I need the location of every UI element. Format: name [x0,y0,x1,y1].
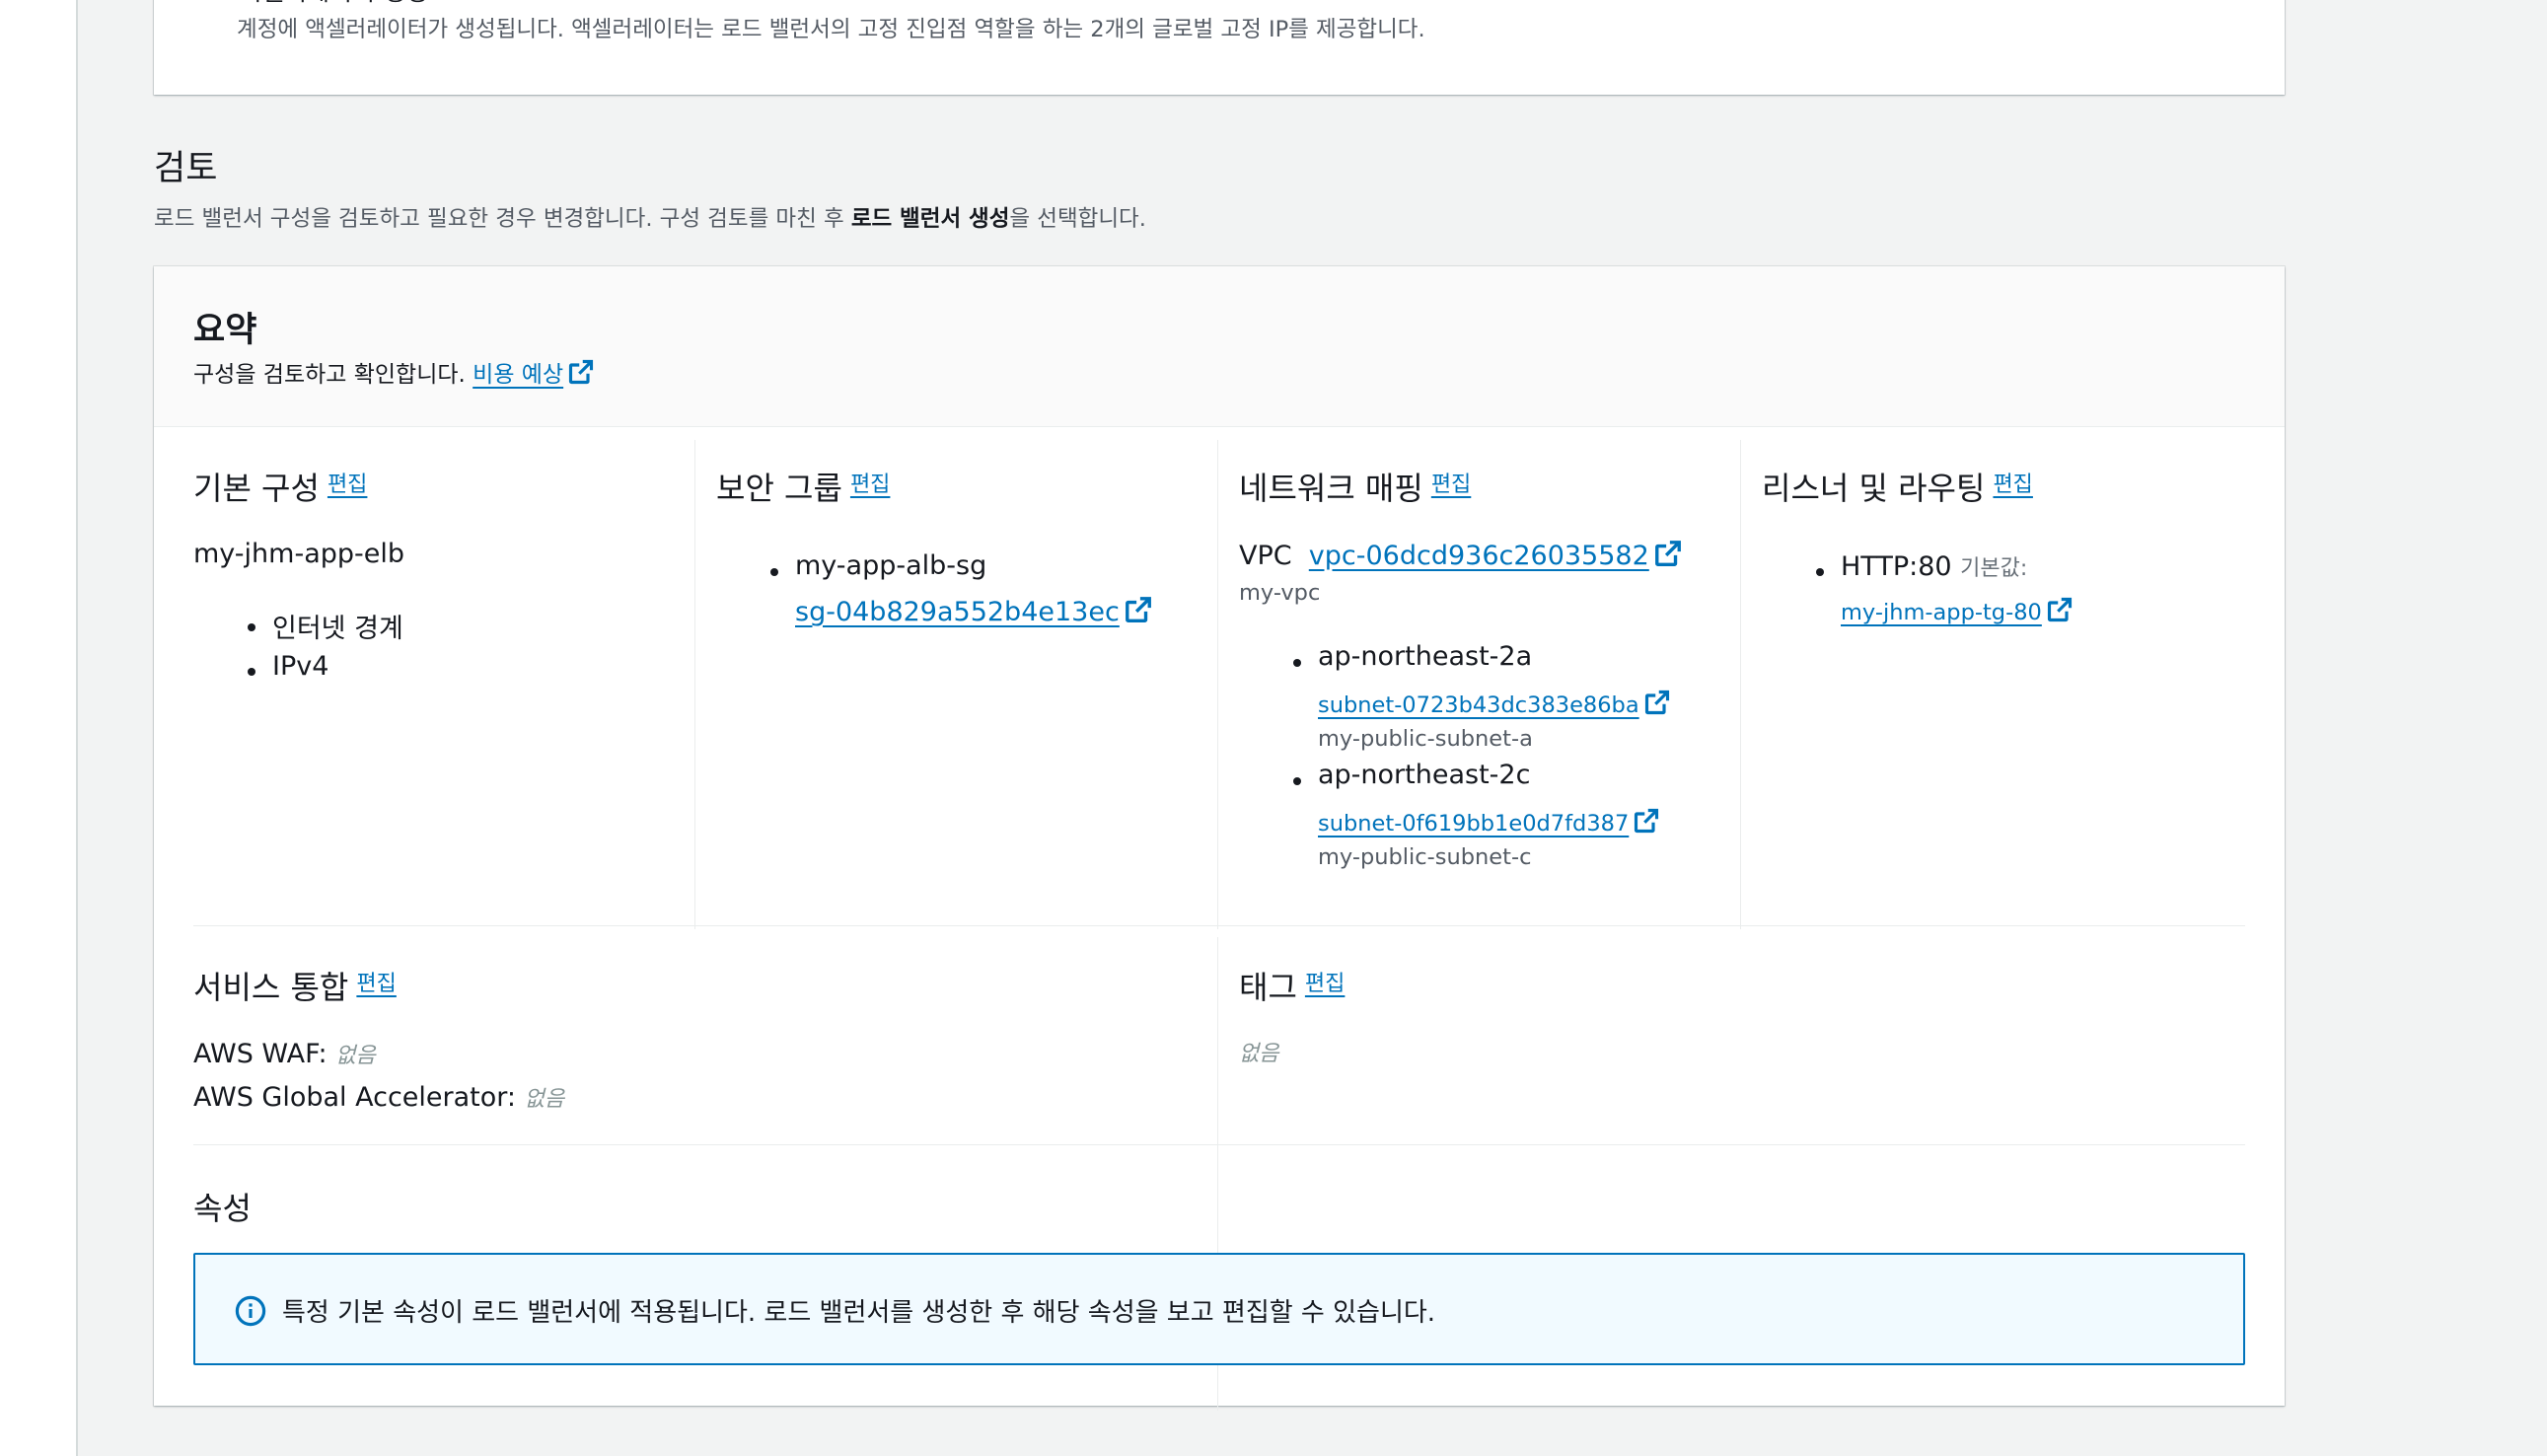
tags-heading: 태그 [1239,969,1297,1006]
cost-estimate-link[interactable]: 비용 예상 [473,359,595,388]
row-divider [193,1144,2245,1145]
attributes-title: 속성 [193,1190,252,1227]
subnet-c-name: my-public-subnet-c [1318,844,1532,870]
review-desc-tail: 을 선택합니다. [1009,206,1146,232]
service-integrations-heading: 서비스 통합 [193,969,349,1006]
external-link-icon [1653,539,1683,568]
load-balancer-name: my-jhm-app-elb [193,539,405,569]
summary-header: 요약 구성을 검토하고 확인합니다. 비용 예상 [154,266,2285,427]
bullet [248,623,255,631]
review-title: 검토 [154,149,218,188]
security-group-name: my-app-alb-sg [795,550,987,581]
tags-title: 태그 편집 [1239,963,1345,1008]
subnet-a-name: my-public-subnet-a [1318,726,1533,752]
external-link-icon [2046,596,2074,623]
target-group-link-row[interactable]: my-jhm-app-tg-80 [1841,596,2074,625]
waf-value: 없음 [335,1044,376,1068]
scheme-value: 인터넷 경계 [272,614,403,644]
vpc-id-link[interactable]: vpc-06dcd936c26035582 [1309,541,1649,571]
review-desc-text: 로드 밸런서 구성을 검토하고 필요한 경우 변경합니다. 구성 검토를 마친 … [154,206,851,232]
target-group-link[interactable]: my-jhm-app-tg-80 [1841,600,2042,625]
edit-network-mapping-link[interactable]: 편집 [1431,473,1471,497]
subnet-a-link[interactable]: subnet-0723b43dc383e86ba [1318,692,1639,718]
bullet [770,568,778,576]
row-divider [193,925,2245,926]
global-accelerator-value: 없음 [524,1087,565,1112]
review-desc-bold: 로드 밸런서 생성 [850,206,1010,232]
listeners-title: 리스너 및 라우팅 편집 [1762,464,2033,509]
listener-protocol: HTTP:80 [1841,551,1952,582]
service-integrations-title: 서비스 통합 편집 [193,963,397,1008]
listener-row: HTTP:80 기본값: [1841,550,2027,582]
accelerator-description: 계정에 액셀러레이터가 생성됩니다. 액셀러레이터는 로드 밸런서의 고정 진입… [237,17,1425,42]
bullet [1293,777,1301,785]
vpc-row: VPC vpc-06dcd936c26035582 [1239,539,1683,571]
accelerator-panel: 액셀러레이터 생성 계정에 액셀러레이터가 생성됩니다. 액셀러레이터는 로드 … [154,0,2285,95]
bullet [248,668,255,676]
column-divider [694,440,695,929]
column-divider [1740,440,1741,929]
external-link-icon [567,358,595,386]
cost-estimate-label: 비용 예상 [473,362,564,388]
listeners-heading: 리스너 및 라우팅 [1762,470,1986,507]
basic-config-heading: 기본 구성 [193,470,320,507]
security-groups-heading: 보안 그룹 [716,470,842,507]
vpc-label: VPC [1239,541,1292,571]
create-accelerator-label: 액셀러레이터 생성 [239,0,428,8]
subnet-a-link-row[interactable]: subnet-0723b43dc383e86ba [1318,689,1671,718]
summary-title: 요약 [193,311,257,350]
attributes-info-text: 특정 기본 속성이 로드 밸런서에 적용됩니다. 로드 밸런서를 생성한 후 해… [282,1298,1436,1328]
tags-value: 없음 [1239,1042,1279,1066]
edit-basic-config-link[interactable]: 편집 [327,473,367,497]
info-icon [235,1295,266,1331]
waf-row: AWS WAF: 없음 [193,1038,376,1069]
edit-listeners-link[interactable]: 편집 [1993,473,2032,497]
network-mapping-heading: 네트워크 매핑 [1239,470,1423,507]
subnet-c-link-row[interactable]: subnet-0f619bb1e0d7fd387 [1318,807,1660,837]
global-accelerator-row: AWS Global Accelerator: 없음 [193,1081,564,1113]
edit-security-groups-link[interactable]: 편집 [850,473,890,497]
security-groups-title: 보안 그룹 편집 [716,464,890,509]
edit-service-integrations-link[interactable]: 편집 [356,972,396,996]
edit-tags-link[interactable]: 편집 [1305,972,1345,996]
security-group-id-link[interactable]: sg-04b829a552b4e13ec [795,595,1153,627]
default-label: 기본값: [1960,556,2028,581]
bullet [1293,659,1301,667]
waf-label: AWS WAF: [193,1039,327,1069]
summary-panel: 요약 구성을 검토하고 확인합니다. 비용 예상 기본 구성 편집 my-jhm-… [154,266,2285,1411]
vpc-name: my-vpc [1239,580,1321,606]
summary-description: 구성을 검토하고 확인합니다. 비용 예상 [193,355,595,389]
left-rail [0,0,78,1456]
security-group-id[interactable]: sg-04b829a552b4e13ec [795,597,1120,627]
ip-type-value: IPv4 [272,651,329,682]
availability-zone-a: ap-northeast-2a [1318,641,1533,672]
external-link-icon [1633,807,1660,835]
external-link-icon [1643,689,1671,716]
availability-zone-c: ap-northeast-2c [1318,760,1531,790]
global-accelerator-label: AWS Global Accelerator: [193,1082,517,1113]
external-link-icon [1124,595,1153,624]
bullet [1816,568,1824,576]
subnet-c-link[interactable]: subnet-0f619bb1e0d7fd387 [1318,811,1629,837]
basic-config-title: 기본 구성 편집 [193,464,367,509]
review-description: 로드 밸런서 구성을 검토하고 필요한 경우 변경합니다. 구성 검토를 마친 … [154,201,1146,233]
column-divider [1217,440,1218,929]
summary-desc-text: 구성을 검토하고 확인합니다. [193,362,466,388]
attributes-info-alert: 특정 기본 속성이 로드 밸런서에 적용됩니다. 로드 밸런서를 생성한 후 해… [193,1253,2245,1365]
network-mapping-title: 네트워크 매핑 편집 [1239,464,1471,509]
